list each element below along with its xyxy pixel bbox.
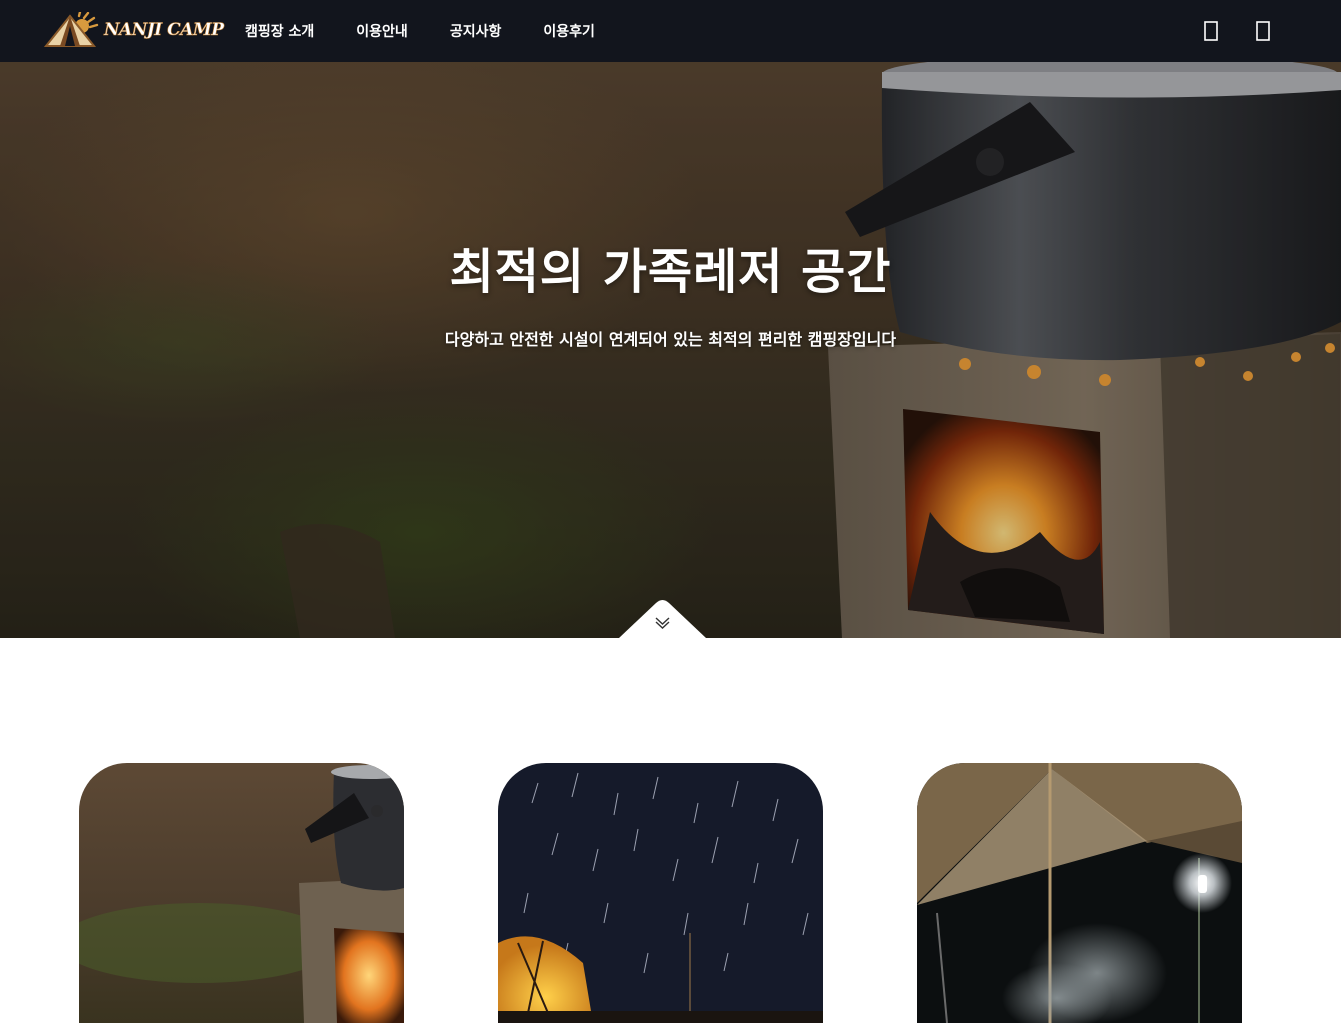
main-nav: 캠핑장 소개 이용안내 공지사항 이용후기: [245, 0, 595, 62]
hero-overlay: [0, 62, 1341, 638]
card-image-campfire: [79, 763, 404, 1023]
card-image-tarp-lantern: [917, 763, 1242, 1023]
card-tarp-lantern[interactable]: [917, 763, 1242, 1023]
user-icon[interactable]: [1256, 21, 1270, 41]
card-star-trails[interactable]: [498, 763, 823, 1023]
nav-item-about[interactable]: 캠핑장 소개: [245, 21, 314, 41]
nav-item-reviews[interactable]: 이용후기: [543, 21, 595, 41]
hero-section: 최적의 가족레저 공간 다양하고 안전한 시설이 연계되어 있는 최적의 편리한…: [0, 62, 1341, 638]
nav-item-notice[interactable]: 공지사항: [450, 21, 502, 41]
hero-subtitle: 다양하고 안전한 시설이 연계되어 있는 최적의 편리한 캠핑장입니다: [444, 330, 897, 349]
site-header: NANJI CAMP 캠핑장 소개 이용안내 공지사항 이용후기: [0, 0, 1341, 62]
menu-icon[interactable]: [1204, 21, 1218, 41]
logo[interactable]: NANJI CAMP: [44, 12, 224, 48]
hero-title: 최적의 가족레저 공간: [449, 244, 892, 300]
card-image-star-trails: [498, 763, 823, 1023]
tent-sun-logo-icon: [44, 12, 99, 47]
card-campfire[interactable]: [79, 763, 404, 1023]
logo-text: NANJI CAMP: [104, 20, 225, 41]
scroll-down-button[interactable]: [619, 599, 706, 638]
nav-item-guide[interactable]: 이용안내: [356, 21, 408, 41]
